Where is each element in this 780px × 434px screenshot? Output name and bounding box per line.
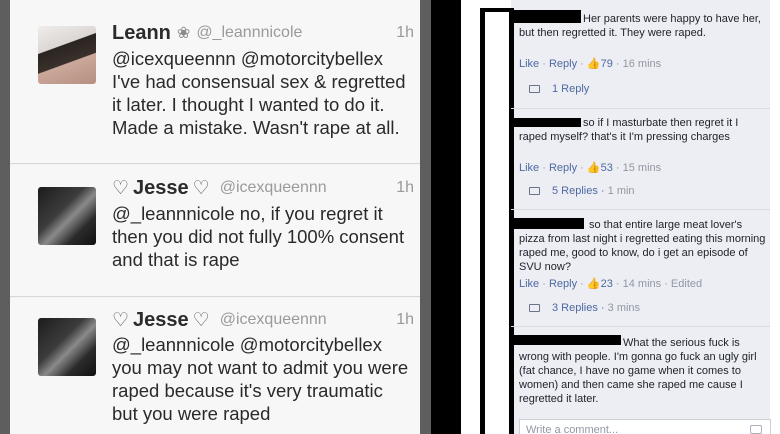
tweet[interactable]: Leann ❀ @_leannnicole 1h @icexqueennn @m…	[10, 0, 420, 164]
tweet-header: ♡ Jesse ♡ @icexqueennn 1h	[112, 175, 418, 201]
comment-time[interactable]: 14 mins	[623, 278, 662, 290]
thumbs-up-icon[interactable]: 👍	[587, 58, 601, 70]
tweet-header: ♡ Jesse ♡ @icexqueennn 1h	[112, 307, 418, 333]
comment-actions: Like · Reply · 👍23 · 14 mins · Edited	[519, 278, 703, 290]
avatar[interactable]	[38, 26, 96, 84]
tweet-list: Leann ❀ @_leannnicole 1h @icexqueennn @m…	[10, 0, 420, 434]
tweet-text: @_leannnicole @motorcitybellex you may n…	[112, 334, 409, 424]
replies-link[interactable]: 3 Replies · 3 mins	[529, 302, 640, 314]
user-handle[interactable]: @icexqueennn	[220, 179, 327, 197]
user-handle[interactable]: @_leannnicole	[196, 24, 302, 42]
facebook-comments-panel: Her parents were happy to have her, but …	[461, 0, 780, 434]
tweet-time: 1h	[396, 24, 414, 41]
like-count[interactable]: 23	[601, 278, 613, 290]
like-count[interactable]: 79	[601, 58, 613, 70]
replies-label[interactable]: 3 Replies	[552, 302, 598, 314]
like-link[interactable]: Like	[519, 162, 539, 174]
reply-icon	[529, 304, 540, 312]
user-handle[interactable]: @icexqueennn	[220, 311, 327, 329]
edited-label[interactable]: Edited	[671, 278, 702, 290]
write-comment-placeholder: Write a comment...	[526, 424, 619, 434]
camera-icon[interactable]	[750, 425, 762, 434]
comment-text: What the serious fuck is wrong with peop…	[519, 337, 757, 405]
comment-time[interactable]: 15 mins	[623, 162, 662, 174]
comment-actions: Like · Reply · 👍53 · 15 mins	[519, 162, 662, 174]
redaction-bar	[480, 8, 485, 434]
comment: What the serious fuck is wrong with peop…	[519, 336, 769, 416]
avatar[interactable]	[38, 318, 96, 376]
tweet-header: Leann ❀ @_leannnicole 1h	[112, 20, 418, 46]
user-name[interactable]: Jesse	[133, 309, 189, 332]
tweet-text: @_leannnicole no, if you regret it then …	[112, 203, 405, 270]
reply-link[interactable]: Reply	[549, 278, 577, 290]
tweet-text: @icexqueennn @motorcitybellex I've had c…	[112, 48, 406, 138]
like-count[interactable]: 53	[601, 162, 613, 174]
divider	[511, 108, 770, 109]
divider	[511, 326, 770, 327]
flower-icon: ❀	[176, 25, 191, 42]
tweet-time: 1h	[396, 179, 414, 196]
divider	[511, 209, 770, 210]
comment-time[interactable]: 16 mins	[623, 58, 662, 70]
comment-text: so that entire large meat lover's pizza …	[519, 219, 766, 273]
like-link[interactable]: Like	[519, 278, 539, 290]
reply-icon	[529, 187, 540, 195]
tweet[interactable]: ♡ Jesse ♡ @icexqueennn 1h @_leannnicole …	[10, 298, 420, 434]
thumbs-up-icon[interactable]: 👍	[587, 278, 601, 290]
heart-icon: ♡	[192, 309, 210, 331]
thumbs-up-icon[interactable]: 👍	[587, 162, 601, 174]
replies-time: 1 min	[607, 185, 635, 197]
heart-icon: ♡	[192, 177, 210, 199]
replies-link[interactable]: 1 Reply	[529, 83, 589, 95]
tweet-time: 1h	[396, 311, 414, 328]
avatar[interactable]	[38, 187, 96, 245]
comment-text: Her parents were happy to have her, but …	[519, 13, 761, 39]
replies-label[interactable]: 5 Replies	[552, 185, 598, 197]
replies-time: 3 mins	[607, 302, 641, 314]
reply-link[interactable]: Reply	[549, 162, 577, 174]
reply-icon	[529, 85, 540, 93]
twitter-screenshot-panel: Leann ❀ @_leannnicole 1h @icexqueennn @m…	[0, 0, 431, 434]
heart-icon: ♡	[112, 309, 130, 331]
write-comment-input[interactable]: Write a comment...	[519, 419, 771, 434]
replies-link[interactable]: 5 Replies · 1 min	[529, 185, 635, 197]
replies-label[interactable]: 1 Reply	[552, 83, 589, 95]
reply-link[interactable]: Reply	[549, 58, 577, 70]
tweet[interactable]: ♡ Jesse ♡ @icexqueennn 1h @_leannnicole …	[10, 165, 420, 297]
user-name[interactable]: Leann	[112, 22, 171, 45]
heart-icon: ♡	[112, 177, 130, 199]
comment-text: so if I masturbate then regret it I rape…	[519, 117, 739, 143]
user-name[interactable]: Jesse	[133, 177, 189, 200]
comment-actions: Like · Reply · 👍79 · 16 mins	[519, 58, 662, 70]
divider	[431, 0, 461, 434]
like-link[interactable]: Like	[519, 58, 539, 70]
